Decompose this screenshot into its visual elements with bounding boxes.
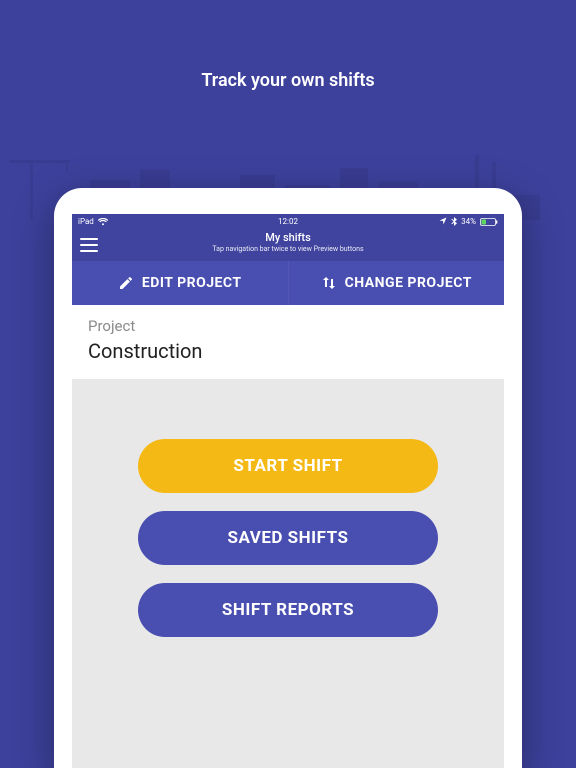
edit-project-label: EDIT PROJECT — [142, 275, 242, 291]
edit-project-button[interactable]: EDIT PROJECT — [72, 261, 289, 305]
swap-arrows-icon — [321, 275, 337, 291]
start-shift-label: START SHIFT — [233, 456, 342, 476]
menu-icon[interactable] — [80, 238, 98, 252]
pencil-icon — [118, 275, 134, 291]
navbar-title: My shifts — [72, 231, 504, 244]
saved-shifts-button[interactable]: SAVED SHIFTS — [138, 511, 438, 565]
project-value: Construction — [88, 339, 488, 363]
main-actions-area: START SHIFT SAVED SHIFTS SHIFT REPORTS — [72, 379, 504, 637]
change-project-button[interactable]: CHANGE PROJECT — [289, 261, 505, 305]
shift-reports-label: SHIFT REPORTS — [222, 600, 354, 620]
shift-reports-button[interactable]: SHIFT REPORTS — [138, 583, 438, 637]
app-store-backdrop: Track your own shifts iPad 12:02 — [0, 0, 576, 768]
tablet-device-frame: iPad 12:02 34% — [54, 188, 522, 768]
status-bar: iPad 12:02 34% — [72, 214, 504, 229]
start-shift-button[interactable]: START SHIFT — [138, 439, 438, 493]
promo-tagline: Track your own shifts — [0, 70, 576, 91]
navbar-subtitle: Tap navigation bar twice to view Preview… — [72, 245, 504, 253]
change-project-label: CHANGE PROJECT — [345, 275, 472, 291]
project-action-bar: EDIT PROJECT CHANGE PROJECT — [72, 261, 504, 305]
project-label: Project — [88, 317, 488, 335]
status-time: 12:02 — [72, 217, 504, 226]
device-screen: iPad 12:02 34% — [72, 214, 504, 768]
saved-shifts-label: SAVED SHIFTS — [228, 528, 349, 548]
project-card: Project Construction — [72, 305, 504, 379]
navigation-bar[interactable]: My shifts Tap navigation bar twice to vi… — [72, 229, 504, 261]
